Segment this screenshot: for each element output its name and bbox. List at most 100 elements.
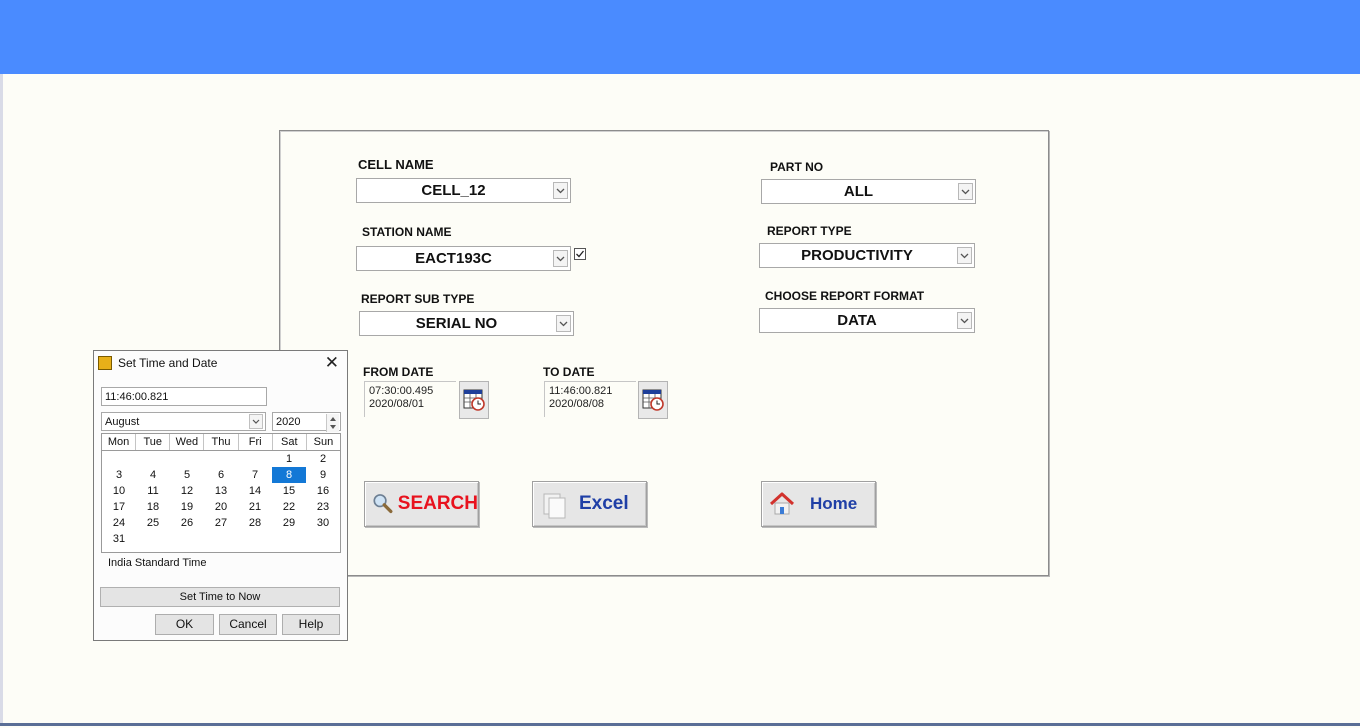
weekday-label: Fri (239, 434, 273, 450)
chevron-down-icon[interactable] (957, 247, 972, 264)
calendar-day[interactable]: 29 (272, 515, 306, 531)
set-time-date-dialog: Set Time and Date ✕ 11:46:00.821 August … (93, 350, 348, 641)
calendar-day[interactable]: 6 (204, 467, 238, 483)
station-name-value: EACT193C (415, 250, 492, 267)
calendar-empty-cell (306, 531, 340, 547)
set-time-to-now-button[interactable]: Set Time to Now (100, 587, 340, 607)
calendar-day[interactable]: 31 (102, 531, 136, 547)
station-checkbox[interactable] (574, 248, 586, 260)
from-date-label: FROM DATE (363, 365, 434, 379)
from-date-field[interactable]: 07:30:00.495 2020/08/01 (364, 381, 456, 417)
calendar-week-row: 12 (102, 451, 340, 467)
spinner-arrows-icon[interactable] (326, 414, 339, 432)
report-sub-type-value: SERIAL NO (415, 315, 498, 332)
chevron-down-icon[interactable] (957, 312, 972, 329)
calendar-empty-cell (238, 531, 272, 547)
calendar-day[interactable]: 27 (204, 515, 238, 531)
excel-button[interactable]: Excel (532, 481, 647, 527)
calendar-day[interactable]: 4 (136, 467, 170, 483)
home-button[interactable]: Home (761, 481, 876, 527)
app-icon (98, 356, 112, 370)
month-select[interactable]: August (101, 412, 266, 431)
calendar-day[interactable]: 1 (272, 451, 306, 467)
weekday-label: Tue (136, 434, 171, 450)
cell-name-label: CELL NAME (358, 157, 434, 172)
part-no-dropdown[interactable]: ALL (761, 179, 976, 204)
calendar-day[interactable]: 13 (204, 483, 238, 499)
calendar-day[interactable]: 18 (136, 499, 170, 515)
home-icon (769, 492, 795, 515)
weekday-label: Wed (170, 434, 205, 450)
calendar-clock-icon (463, 389, 485, 411)
report-format-dropdown[interactable]: DATA (759, 308, 975, 333)
cell-name-dropdown[interactable]: CELL_12 (356, 178, 571, 203)
dialog-title: Set Time and Date (118, 356, 218, 370)
station-name-dropdown[interactable]: EACT193C (356, 246, 571, 271)
calendar-day[interactable]: 8 (272, 467, 306, 483)
chevron-down-icon[interactable] (249, 414, 263, 429)
calendar-day[interactable]: 25 (136, 515, 170, 531)
to-date-label: TO DATE (543, 365, 595, 379)
calendar-day[interactable]: 20 (204, 499, 238, 515)
chevron-down-icon[interactable] (556, 315, 571, 332)
cancel-button[interactable]: Cancel (219, 614, 277, 635)
from-date-calendar-button[interactable] (459, 381, 489, 419)
station-name-label: STATION NAME (362, 225, 452, 239)
calendar-week-row: 10 11 12 13 14 15 16 (102, 483, 340, 499)
document-icon (543, 493, 566, 519)
calendar-empty-cell (102, 451, 136, 467)
ok-button[interactable]: OK (155, 614, 214, 635)
calendar-day[interactable]: 24 (102, 515, 136, 531)
calendar-day[interactable]: 14 (238, 483, 272, 499)
chevron-down-icon[interactable] (553, 182, 568, 199)
calendar-day[interactable]: 19 (170, 499, 204, 515)
weekday-label: Mon (102, 434, 137, 450)
calendar-day[interactable]: 15 (272, 483, 306, 499)
report-type-label: REPORT TYPE (767, 224, 852, 238)
calendar-week-row: 31 (102, 531, 340, 547)
calendar-day[interactable]: 16 (306, 483, 340, 499)
calendar-empty-cell (238, 451, 272, 467)
search-button[interactable]: SEARCH (364, 481, 479, 527)
calendar-day[interactable]: 9 (306, 467, 340, 483)
report-sub-type-dropdown[interactable]: SERIAL NO (359, 311, 574, 336)
calendar-day[interactable]: 12 (170, 483, 204, 499)
calendar-day[interactable]: 30 (306, 515, 340, 531)
close-icon[interactable]: ✕ (325, 353, 339, 373)
calendar-day[interactable]: 21 (238, 499, 272, 515)
to-date-time: 11:46:00.821 (549, 385, 613, 397)
calendar-day[interactable]: 7 (238, 467, 272, 483)
calendar-empty-cell (204, 451, 238, 467)
to-date-calendar-button[interactable] (638, 381, 668, 419)
calendar-empty-cell (170, 531, 204, 547)
calendar-day[interactable]: 22 (272, 499, 306, 515)
year-spinner[interactable]: 2020 (272, 412, 341, 432)
to-date-field[interactable]: 11:46:00.821 2020/08/08 (544, 381, 636, 417)
calendar-day[interactable]: 10 (102, 483, 136, 499)
bottom-border (0, 723, 1360, 726)
report-format-value: DATA (837, 312, 877, 329)
calendar-days: 1 2 3 4 5 6 7 8 9 10 11 12 13 14 15 16 17 18 19 20 21 22 23 24 2… (102, 451, 340, 547)
calendar-empty-cell (170, 451, 204, 467)
calendar-day[interactable]: 26 (170, 515, 204, 531)
help-button[interactable]: Help (282, 614, 340, 635)
part-no-label: PART NO (770, 160, 824, 174)
chevron-down-icon[interactable] (553, 250, 568, 267)
calendar-day[interactable]: 23 (306, 499, 340, 515)
calendar-day[interactable]: 17 (102, 499, 136, 515)
calendar-day[interactable]: 11 (136, 483, 170, 499)
calendar-day[interactable]: 5 (170, 467, 204, 483)
calendar-day[interactable]: 28 (238, 515, 272, 531)
time-input[interactable]: 11:46:00.821 (101, 387, 267, 406)
report-format-label: CHOOSE REPORT FORMAT (765, 289, 925, 303)
calendar-empty-cell (204, 531, 238, 547)
weekday-label: Thu (204, 434, 239, 450)
report-type-dropdown[interactable]: PRODUCTIVITY (759, 243, 975, 268)
timezone-label: India Standard Time (108, 557, 207, 569)
chevron-down-icon[interactable] (958, 183, 973, 200)
home-button-label: Home (810, 494, 858, 513)
calendar-day[interactable]: 2 (306, 451, 340, 467)
calendar-empty-cell (272, 531, 306, 547)
calendar-week-row: 24 25 26 27 28 29 30 (102, 515, 340, 531)
calendar-day[interactable]: 3 (102, 467, 136, 483)
